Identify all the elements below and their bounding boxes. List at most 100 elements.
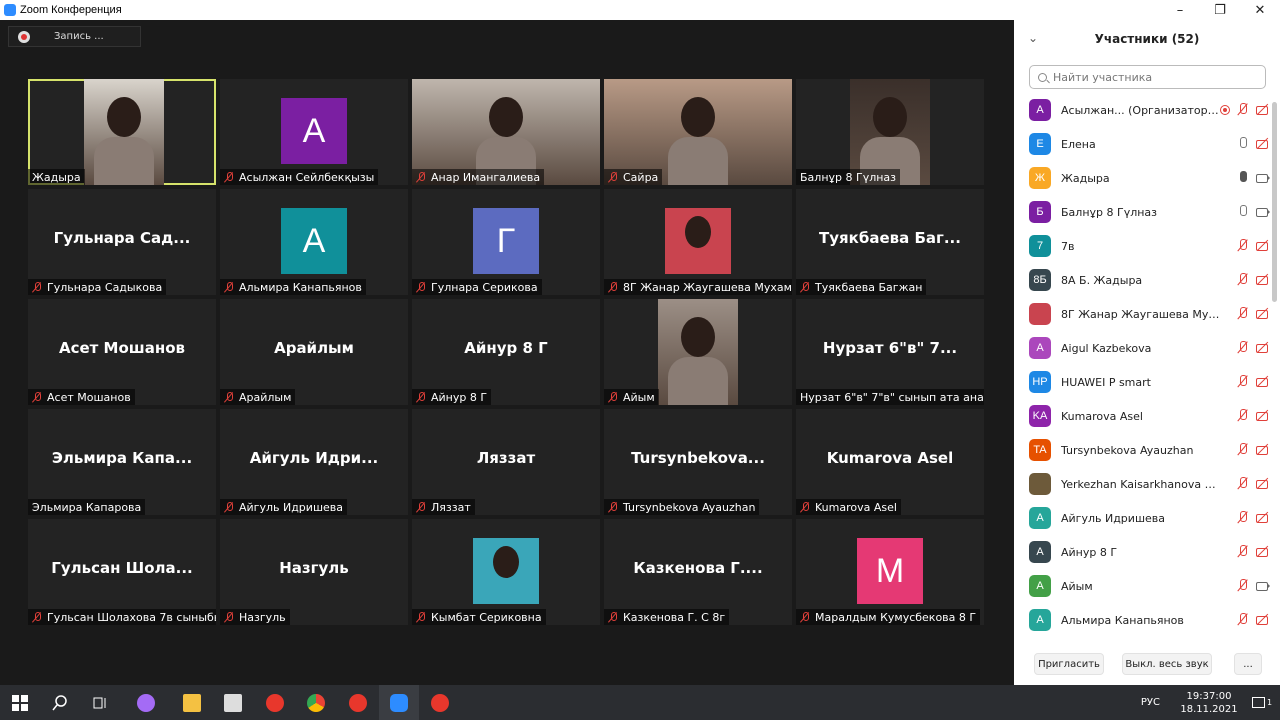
camera-off-icon[interactable] [1256, 375, 1270, 388]
participant-tile[interactable]: Кымбат Сериковна [412, 519, 600, 625]
camera-off-icon[interactable] [1256, 137, 1270, 150]
participant-tile[interactable]: Г Гулнара Серикова [412, 189, 600, 295]
participant-search-input[interactable]: Найти участника [1029, 65, 1266, 89]
participant-tile[interactable]: Жадыра [28, 79, 216, 185]
zoom-taskbar-icon[interactable] [379, 685, 419, 720]
mic-muted-icon[interactable] [1237, 375, 1249, 388]
mic-muted-icon[interactable] [1237, 239, 1249, 252]
participant-tile[interactable]: Анар Имангалиева [412, 79, 600, 185]
close-button[interactable]: ✕ [1240, 0, 1280, 20]
participant-row[interactable]: А Айгуль Идришева [1014, 501, 1270, 535]
camera-off-icon[interactable] [1256, 613, 1270, 626]
camera-icon[interactable] [1256, 579, 1270, 592]
participant-tile[interactable]: Айнур 8 Г Айнур 8 Г [412, 299, 600, 405]
participant-tile[interactable]: Нурзат 6"в" 7... Нурзат 6"в" 7"в" сынып а… [796, 299, 984, 405]
mic-muted-icon[interactable] [1237, 409, 1249, 422]
participant-tile[interactable]: А Асылжан Сейлбекқызы [220, 79, 408, 185]
participant-row[interactable]: Б Балнұр 8 Гүлназ [1014, 195, 1270, 229]
participant-row[interactable]: A Aigul Kazbekova [1014, 331, 1270, 365]
participant-tile[interactable]: Туякбаева Баг... Туякбаева Багжан [796, 189, 984, 295]
participant-row[interactable]: KA Kumarova Asel [1014, 399, 1270, 433]
lang-indicator[interactable]: РУС [1141, 697, 1160, 708]
minimize-button[interactable]: – [1160, 0, 1200, 20]
participant-tile[interactable]: Арайлым Арайлым [220, 299, 408, 405]
participant-row[interactable]: Е Елена [1014, 127, 1270, 161]
mic-muted-icon[interactable] [1237, 477, 1249, 490]
participant-tile[interactable]: Асет Мошанов Асет Мошанов [28, 299, 216, 405]
participant-tile[interactable]: M Маралдым Кумусбекова 8 Г [796, 519, 984, 625]
participant-row[interactable]: А Айнур 8 Г [1014, 535, 1270, 569]
camera-off-icon[interactable] [1256, 409, 1270, 422]
camera-off-icon[interactable] [1256, 273, 1270, 286]
camera-off-icon[interactable] [1256, 511, 1270, 524]
participant-tile[interactable]: Эльмира Капа... Эльмира Капарова [28, 409, 216, 515]
participant-row[interactable]: 7 7в [1014, 229, 1270, 263]
recording-button[interactable]: Запись ... [8, 26, 141, 47]
camera-off-icon[interactable] [1256, 477, 1270, 490]
participant-tile[interactable]: Казкенова Г.... Казкенова Г. С 8г [604, 519, 792, 625]
participant-name-label: Казкенова Г. С 8г [604, 609, 730, 625]
yandex-browser-2-icon[interactable] [420, 685, 460, 720]
participant-tile[interactable]: Сайра [604, 79, 792, 185]
chevron-down-icon[interactable]: ⌄ [1028, 31, 1038, 45]
mic-muted-icon[interactable] [1237, 273, 1249, 286]
camera-icon[interactable] [1256, 205, 1270, 218]
camera-off-icon[interactable] [1256, 341, 1270, 354]
mic-muted-icon[interactable] [1237, 103, 1249, 116]
task-view-icon[interactable] [80, 685, 120, 720]
mic-icon[interactable] [1237, 137, 1249, 150]
participant-row[interactable]: HP HUAWEI P smart [1014, 365, 1270, 399]
messenger-app-icon[interactable] [126, 685, 166, 720]
invite-button[interactable]: Пригласить [1034, 653, 1104, 675]
participant-tile[interactable]: Айгуль Идри... Айгуль Идришева [220, 409, 408, 515]
camera-icon[interactable] [1256, 171, 1270, 184]
camera-off-icon[interactable] [1256, 103, 1270, 116]
participant-tile[interactable]: А Альмира Канапьянов [220, 189, 408, 295]
store-icon[interactable] [213, 685, 253, 720]
mic-muted-icon[interactable] [1237, 545, 1249, 558]
participant-tile[interactable]: Назгуль Назгуль [220, 519, 408, 625]
participant-scrollbar[interactable] [1272, 102, 1277, 302]
participant-tile[interactable]: Балнұр 8 Гүлназ [796, 79, 984, 185]
participant-row[interactable]: А Альмира Канапьянов [1014, 603, 1270, 637]
more-button[interactable]: ... [1234, 653, 1262, 675]
camera-off-icon[interactable] [1256, 443, 1270, 456]
camera-off-icon[interactable] [1256, 307, 1270, 320]
participant-tile[interactable]: Ляззат Ляззат [412, 409, 600, 515]
participant-tile[interactable]: Айым [604, 299, 792, 405]
participant-row[interactable]: А Айым [1014, 569, 1270, 603]
participant-name-label: Назгуль [220, 609, 290, 625]
maximize-button[interactable]: ❐ [1200, 0, 1240, 20]
participant-name: Kumarova Asel [815, 500, 897, 514]
camera-off-icon[interactable] [1256, 239, 1270, 252]
mic-muted-icon[interactable] [1237, 511, 1249, 524]
participant-tile[interactable]: Kumarova Asel Kumarova Asel [796, 409, 984, 515]
mic-icon[interactable] [1237, 171, 1249, 184]
participant-tile[interactable]: Гульсан Шола... Гульсан Шолахова 7в сыныб… [28, 519, 216, 625]
yandex-icon[interactable] [255, 685, 295, 720]
mic-muted-icon[interactable] [1237, 443, 1249, 456]
clock[interactable]: 19:37:00 18.11.2021 [1174, 690, 1244, 716]
mic-muted-icon[interactable] [1237, 307, 1249, 320]
mic-muted-icon[interactable] [1237, 579, 1249, 592]
mic-muted-icon[interactable] [1237, 613, 1249, 626]
windows-start-icon[interactable] [0, 685, 40, 720]
mute-all-button[interactable]: Выкл. весь звук [1122, 653, 1212, 675]
participant-row[interactable]: Ж Жадыра [1014, 161, 1270, 195]
notification-icon[interactable]: 1 [1244, 697, 1280, 708]
mic-muted-icon[interactable] [1237, 341, 1249, 354]
participant-tile[interactable]: Tursynbekova... Tursynbekova Ayauzhan [604, 409, 792, 515]
yandex-browser-icon[interactable] [338, 685, 378, 720]
search-icon[interactable] [40, 685, 80, 720]
participant-row[interactable]: Yerkezhan Kaisarkhanova Schoo... [1014, 467, 1270, 501]
participant-tile[interactable]: 8Г Жанар Жаугашева Мухаме... [604, 189, 792, 295]
camera-off-icon[interactable] [1256, 545, 1270, 558]
participant-row[interactable]: 8Б 8А Б. Жадыра [1014, 263, 1270, 297]
file-explorer-icon[interactable] [172, 685, 212, 720]
participant-row[interactable]: TA Tursynbekova Ayauzhan [1014, 433, 1270, 467]
chrome-icon[interactable] [296, 685, 336, 720]
participant-row[interactable]: 8Г Жанар Жаугашева Мухамет... [1014, 297, 1270, 331]
participant-tile[interactable]: Гульнара Сад... Гульнара Садыкова [28, 189, 216, 295]
participant-row[interactable]: А Асылжан... (Организатор, я) [1014, 93, 1270, 127]
mic-icon[interactable] [1237, 205, 1249, 218]
